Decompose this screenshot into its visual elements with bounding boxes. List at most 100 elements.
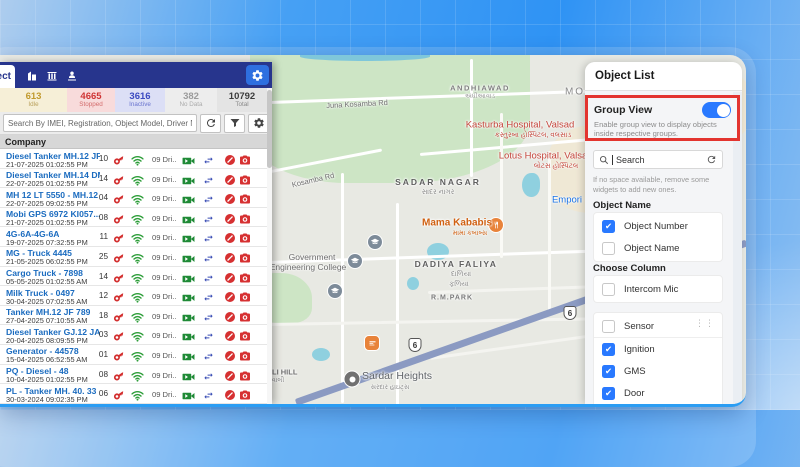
filter-button[interactable] xyxy=(224,114,245,133)
object-row[interactable]: PQ - Diesel - 4810-04-2025 01:02:55 PM08… xyxy=(0,365,272,385)
key-icon[interactable] xyxy=(113,271,125,283)
object-row[interactable]: MH 12 LT 5550 - MH.12 JF 7...22-07-2025 … xyxy=(0,188,272,208)
wifi-icon[interactable] xyxy=(131,349,143,361)
checkbox-unchecked[interactable] xyxy=(602,242,615,255)
alert-icon[interactable] xyxy=(224,349,236,361)
checkbox-checked[interactable]: ✔ xyxy=(602,365,615,378)
wifi-icon[interactable] xyxy=(131,251,143,263)
sidebar-settings-button[interactable] xyxy=(246,65,269,85)
alert-icon[interactable] xyxy=(224,290,236,302)
refresh-button[interactable] xyxy=(200,114,221,133)
tab-object[interactable]: Object xyxy=(0,65,15,88)
driver-tab-icon[interactable] xyxy=(66,69,78,81)
scrollbar-thumb[interactable] xyxy=(267,90,272,168)
alert-icon[interactable] xyxy=(224,310,236,322)
video-icon[interactable] xyxy=(182,192,194,204)
key-icon[interactable] xyxy=(113,369,125,381)
key-icon[interactable] xyxy=(113,231,125,243)
key-icon[interactable] xyxy=(113,153,125,165)
checkbox-row[interactable]: ✔GMS xyxy=(594,360,722,382)
key-icon[interactable] xyxy=(113,310,125,322)
wifi-icon[interactable] xyxy=(131,271,143,283)
swap-icon[interactable] xyxy=(202,173,214,185)
swap-icon[interactable] xyxy=(202,271,214,283)
video-icon[interactable] xyxy=(182,212,194,224)
key-icon[interactable] xyxy=(113,388,125,400)
alert-icon[interactable] xyxy=(224,173,236,185)
camera-icon[interactable] xyxy=(239,329,251,341)
key-icon[interactable] xyxy=(113,349,125,361)
sidebar-scrollbar[interactable] xyxy=(267,88,272,404)
group-header-company[interactable]: Company xyxy=(0,135,272,149)
video-icon[interactable] xyxy=(182,388,194,400)
object-row[interactable]: PL - Tanker MH. 40. 3330-03-2024 09:02:3… xyxy=(0,384,272,404)
camera-icon[interactable] xyxy=(239,251,251,263)
video-icon[interactable] xyxy=(182,271,194,283)
video-icon[interactable] xyxy=(182,231,194,243)
swap-icon[interactable] xyxy=(202,231,214,243)
panel-search-box[interactable]: Search xyxy=(593,150,723,169)
columns-tab-icon[interactable] xyxy=(46,69,58,81)
wifi-icon[interactable] xyxy=(131,153,143,165)
object-row[interactable]: Cargo Truck - 789805-05-2025 01:02:55 AM… xyxy=(0,267,272,287)
swap-icon[interactable] xyxy=(202,153,214,165)
object-row[interactable]: Tanker MH.12 JF 78927-04-2025 07:10:55 A… xyxy=(0,306,272,326)
object-row[interactable]: 4G-6A-4G-6A19-07-2025 07:32:55 PM1109 Dr… xyxy=(0,227,272,247)
wifi-icon[interactable] xyxy=(131,212,143,224)
camera-icon[interactable] xyxy=(239,192,251,204)
alert-icon[interactable] xyxy=(224,329,236,341)
camera-icon[interactable] xyxy=(239,173,251,185)
wifi-icon[interactable] xyxy=(131,231,143,243)
wifi-icon[interactable] xyxy=(131,173,143,185)
object-search-input[interactable] xyxy=(3,114,197,132)
stat-idle[interactable]: 613Idle xyxy=(0,88,67,112)
checkbox-row[interactable]: ✔Door xyxy=(594,382,722,404)
wifi-icon[interactable] xyxy=(131,290,143,302)
video-icon[interactable] xyxy=(182,251,194,263)
object-row[interactable]: MG - Truck 444521-05-2025 06:02:55 PM250… xyxy=(0,247,272,267)
swap-icon[interactable] xyxy=(202,290,214,302)
swap-icon[interactable] xyxy=(202,329,214,341)
video-icon[interactable] xyxy=(182,329,194,341)
object-row[interactable]: Milk Truck - 049730-04-2025 07:02:55 AM1… xyxy=(0,286,272,306)
key-icon[interactable] xyxy=(113,290,125,302)
sync-icon[interactable] xyxy=(706,154,717,165)
swap-icon[interactable] xyxy=(202,369,214,381)
swap-icon[interactable] xyxy=(202,388,214,400)
checkbox-row[interactable]: Intercom Mic xyxy=(594,278,722,300)
video-icon[interactable] xyxy=(182,153,194,165)
checkbox-unchecked[interactable] xyxy=(602,283,615,296)
checkbox-row[interactable]: ✔Object Number xyxy=(594,215,722,237)
swap-icon[interactable] xyxy=(202,251,214,263)
swap-icon[interactable] xyxy=(202,310,214,322)
stat-inactive[interactable]: 3616Inactive xyxy=(115,88,165,112)
alert-icon[interactable] xyxy=(224,212,236,224)
camera-icon[interactable] xyxy=(239,310,251,322)
company-tab-icon[interactable] xyxy=(26,69,38,81)
wifi-icon[interactable] xyxy=(131,310,143,322)
camera-icon[interactable] xyxy=(239,153,251,165)
alert-icon[interactable] xyxy=(224,388,236,400)
camera-icon[interactable] xyxy=(239,212,251,224)
swap-icon[interactable] xyxy=(202,212,214,224)
camera-icon[interactable] xyxy=(239,388,251,400)
checkbox-checked[interactable]: ✔ xyxy=(602,220,615,233)
alert-icon[interactable] xyxy=(224,369,236,381)
wifi-icon[interactable] xyxy=(131,369,143,381)
alert-icon[interactable] xyxy=(224,271,236,283)
alert-icon[interactable] xyxy=(224,251,236,263)
group-view-toggle[interactable] xyxy=(702,102,731,118)
checkbox-checked[interactable]: ✔ xyxy=(602,343,615,356)
key-icon[interactable] xyxy=(113,329,125,341)
stat-no-data[interactable]: 382No Data xyxy=(165,88,217,112)
video-icon[interactable] xyxy=(182,290,194,302)
swap-icon[interactable] xyxy=(202,349,214,361)
checkbox-row[interactable]: ✔Ignition xyxy=(594,338,722,360)
checkbox-unchecked[interactable] xyxy=(602,320,615,333)
stat-total[interactable]: 10792Total xyxy=(217,88,267,112)
checkbox-row[interactable]: Sensor⋮⋮ xyxy=(594,315,722,338)
object-row[interactable]: Diesel Tanker MH.12 JF 7...21-07-2025 01… xyxy=(0,149,272,169)
object-row[interactable]: Diesel Tanker GJ.12 JA..20-04-2025 08:09… xyxy=(0,325,272,345)
video-icon[interactable] xyxy=(182,310,194,322)
checkbox-row[interactable]: Object Name xyxy=(594,237,722,259)
